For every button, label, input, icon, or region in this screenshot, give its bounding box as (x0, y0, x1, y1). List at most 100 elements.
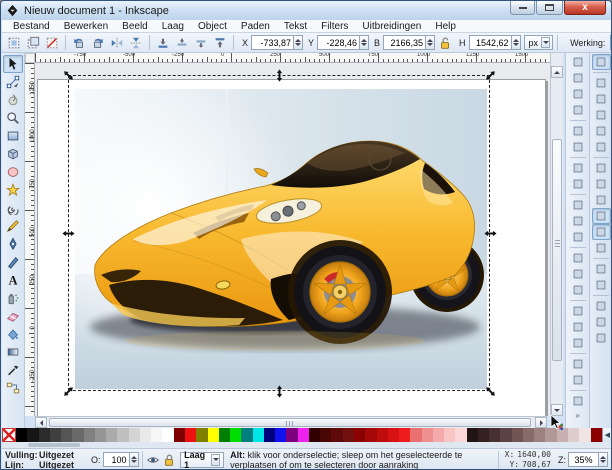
palette-swatch-d81212[interactable] (387, 428, 400, 442)
cmdbar-duplicate[interactable] (568, 303, 588, 319)
unit-dropdown-arrow[interactable] (541, 37, 551, 48)
minimize-button[interactable] (510, 1, 535, 15)
snapbar-snap-path-intersection[interactable] (592, 192, 611, 208)
palette-swatch-d4d4d4[interactable] (128, 428, 140, 442)
palette-swatch-ffffff[interactable] (162, 428, 174, 442)
snapbar-snap-bbox[interactable] (592, 75, 611, 91)
snapbar-snap-line-midpoint[interactable] (592, 240, 611, 256)
palette-swatch-00dd00[interactable] (230, 428, 242, 442)
raise[interactable] (192, 34, 210, 51)
palette-swatch-4a0505[interactable] (320, 428, 332, 442)
palette-swatch-bfbfbf[interactable] (117, 428, 129, 442)
scroll-left-button[interactable] (35, 417, 47, 428)
snapbar-snap-nodes[interactable] (592, 160, 611, 176)
palette-swatch-6a6a6a[interactable] (72, 428, 84, 442)
y-spin-arrows[interactable] (359, 35, 370, 50)
palette-swatch-404040[interactable] (49, 428, 62, 442)
vertical-scroll-thumb[interactable] (552, 139, 562, 361)
menu-tekst[interactable]: Tekst (277, 21, 314, 32)
tool-calligraphy[interactable] (3, 253, 23, 271)
title-bar[interactable]: Nieuw document 1 - Inkscape x (1, 1, 611, 20)
snapbar-snap-grid[interactable] (592, 314, 611, 330)
horizontal-ruler[interactable]: -750 -500 -250 0 250 500 750 1000 1250 1500 (35, 53, 550, 63)
scroll-right-button[interactable] (535, 417, 547, 428)
palette-swatch-007f7f[interactable] (241, 428, 253, 442)
palette-swatch-730f0f[interactable] (342, 428, 354, 442)
layer-lock-button[interactable] (161, 452, 177, 468)
y-spinbox[interactable] (317, 35, 370, 50)
palette-swatch-201414[interactable] (466, 428, 478, 442)
snapbar-snap-guide[interactable] (592, 330, 611, 346)
palette-swatch-ee1c1c[interactable] (399, 428, 411, 442)
palette-swatch-a40808[interactable] (365, 428, 377, 442)
palette-swatch-473030[interactable] (489, 428, 501, 442)
tool-zoom[interactable] (3, 109, 23, 127)
palette-scroll-arrow[interactable]: ◀ (601, 428, 611, 442)
cmdbar-open[interactable] (568, 70, 588, 86)
cmdbar-redo[interactable] (568, 176, 588, 192)
tool-spray[interactable] (3, 289, 23, 307)
cmdbar-save[interactable] (568, 86, 588, 102)
cmdbar-zoom-selection[interactable] (568, 250, 588, 266)
palette-swatch-dfcccc[interactable] (568, 428, 580, 442)
palette-scroll-thumb[interactable] (28, 443, 80, 447)
palette-swatch-7f007f[interactable] (286, 428, 298, 442)
cmdbar-group[interactable] (568, 356, 588, 372)
scroll-up-button[interactable] (551, 66, 563, 78)
lower-to-bottom[interactable] (154, 34, 172, 51)
tool-node-editor[interactable] (3, 73, 23, 91)
tool-gradient[interactable] (3, 343, 23, 361)
palette-swatch-f0e4e4[interactable] (579, 428, 591, 442)
rotate-cw[interactable] (89, 34, 107, 51)
palette-swatch-9d8181[interactable] (534, 428, 546, 442)
palette-swatch-161616[interactable] (27, 428, 39, 442)
width-input[interactable] (383, 35, 426, 50)
palette-swatch-b39898[interactable] (545, 428, 557, 442)
cmdbar-zoom-drawing[interactable] (568, 266, 588, 282)
tool-box-3d[interactable] (3, 145, 23, 163)
selection-handle-right[interactable] (484, 227, 497, 240)
deselect[interactable] (43, 34, 61, 51)
opacity-input[interactable] (102, 452, 129, 467)
palette-swatch-ef9090[interactable] (421, 428, 433, 442)
cmdbar-print[interactable] (568, 102, 588, 118)
tool-rectangle[interactable] (3, 127, 23, 145)
x-spin-arrows[interactable] (293, 35, 304, 50)
menu-object[interactable]: Object (191, 21, 234, 32)
cmdbar-export[interactable] (568, 139, 588, 155)
flip-horizontal[interactable] (108, 34, 126, 51)
palette-swatch-f6f6f6[interactable] (151, 428, 163, 442)
width-spin-arrows[interactable] (425, 35, 436, 50)
tool-dropper[interactable] (3, 361, 23, 379)
cmdbar-unlink-clone[interactable] (568, 335, 588, 351)
cmdbar-new-document[interactable] (568, 54, 588, 70)
palette-swatch-none[interactable] (2, 428, 16, 442)
horizontal-scroll-thumb[interactable] (49, 418, 531, 427)
cmdbar-cut[interactable] (568, 213, 588, 229)
tool-star[interactable] (3, 181, 23, 199)
lower[interactable] (173, 34, 191, 51)
tool-eraser[interactable] (3, 307, 23, 325)
snapbar-snap-node-cusp[interactable] (591, 208, 611, 224)
tool-pen[interactable] (3, 235, 23, 253)
snapbar-snap-bbox-corner[interactable] (592, 107, 611, 123)
layer-dropdown-arrow[interactable] (210, 453, 221, 466)
palette-swatch-876a6a[interactable] (522, 428, 535, 442)
lock-ratio-button[interactable] (436, 34, 454, 51)
palette-swatch-8b0000[interactable] (590, 428, 602, 442)
menu-laag[interactable]: Laag (155, 21, 191, 32)
tool-text[interactable] (3, 271, 23, 289)
menu-filters[interactable]: Filters (314, 21, 355, 32)
selection-handle-top[interactable] (273, 69, 286, 82)
y-input[interactable] (317, 35, 360, 50)
palette-swatch-7f0000[interactable] (173, 428, 185, 442)
cmdbar-import[interactable] (568, 123, 588, 139)
canvas-viewport[interactable] (35, 63, 550, 416)
menu-beeld[interactable]: Beeld (115, 21, 155, 32)
flip-vertical[interactable] (127, 34, 145, 51)
unit-dropdown[interactable]: px (523, 35, 554, 50)
cmdbar-copy[interactable] (568, 197, 588, 213)
opacity-spin-arrows[interactable] (128, 452, 139, 467)
layer-visibility-button[interactable] (145, 452, 161, 468)
tool-paint-bucket[interactable] (3, 325, 23, 343)
